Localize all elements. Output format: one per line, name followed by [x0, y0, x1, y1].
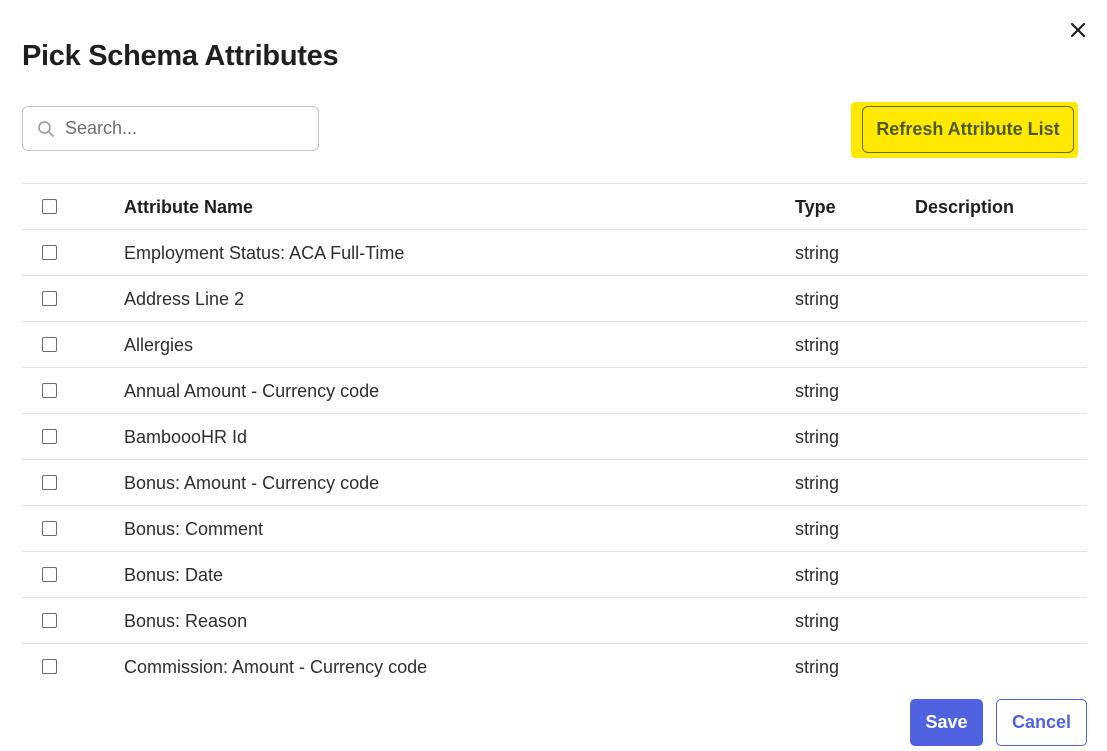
- table-row[interactable]: Bonus: Reason string: [22, 597, 1087, 643]
- dialog-title: Pick Schema Attributes: [22, 40, 339, 72]
- row-checkbox[interactable]: [42, 521, 57, 536]
- table-row[interactable]: Address Line 2 string: [22, 275, 1087, 321]
- select-all-checkbox[interactable]: [42, 199, 57, 214]
- attribute-name: Address Line 2: [124, 289, 245, 309]
- table-row[interactable]: Bonus: Amount - Currency code string: [22, 459, 1087, 505]
- attribute-type: string: [795, 289, 840, 309]
- attribute-name: BamboooHR Id: [124, 427, 248, 447]
- column-header-attribute-name[interactable]: Attribute Name: [124, 184, 253, 230]
- attribute-type: string: [795, 519, 840, 539]
- attribute-type: string: [795, 611, 840, 631]
- table-row[interactable]: Commission: Amount - Currency code strin…: [22, 643, 1087, 689]
- attribute-type: string: [795, 335, 840, 355]
- search-input[interactable]: [63, 117, 297, 140]
- search-icon: [38, 120, 54, 137]
- attribute-type: string: [795, 381, 840, 401]
- table-row[interactable]: Bonus: Date string: [22, 551, 1087, 597]
- attribute-type: string: [795, 565, 840, 585]
- attribute-type: string: [795, 427, 840, 447]
- table-row[interactable]: Annual Amount - Currency code string: [22, 367, 1087, 413]
- table-row[interactable]: BamboooHR Id string: [22, 413, 1087, 459]
- row-checkbox[interactable]: [42, 429, 57, 444]
- row-checkbox[interactable]: [42, 567, 57, 582]
- attribute-name: Bonus: Amount - Currency code: [124, 473, 380, 493]
- row-checkbox[interactable]: [42, 475, 57, 490]
- attribute-type: string: [795, 243, 840, 263]
- table-row[interactable]: Bonus: Comment string: [22, 505, 1087, 551]
- attribute-name: Bonus: Comment: [124, 519, 264, 539]
- row-checkbox[interactable]: [42, 383, 57, 398]
- column-header-type[interactable]: Type: [795, 184, 836, 230]
- column-header-description[interactable]: Description: [915, 184, 1014, 230]
- refresh-attribute-list-button[interactable]: Refresh Attribute List: [862, 106, 1074, 153]
- attribute-name: Bonus: Reason: [124, 611, 248, 631]
- attribute-name: Commission: Amount - Currency code: [124, 657, 428, 677]
- attribute-name: Bonus: Date: [124, 565, 224, 585]
- attributes-table: Attribute Name Type Description Employme…: [22, 183, 1087, 689]
- close-icon: [1070, 22, 1086, 38]
- cancel-button[interactable]: Cancel: [996, 699, 1087, 746]
- table-row[interactable]: Employment Status: ACA Full-Time string: [22, 229, 1087, 275]
- row-checkbox[interactable]: [42, 613, 57, 628]
- attribute-name: Employment Status: ACA Full-Time: [124, 243, 405, 263]
- table-header-row: Attribute Name Type Description: [22, 183, 1087, 229]
- attribute-name: Annual Amount - Currency code: [124, 381, 380, 401]
- search-box[interactable]: [22, 106, 319, 151]
- save-button[interactable]: Save: [910, 699, 983, 746]
- attribute-name: Allergies: [124, 335, 194, 355]
- row-checkbox[interactable]: [42, 337, 57, 352]
- row-checkbox[interactable]: [42, 291, 57, 306]
- row-checkbox[interactable]: [42, 659, 57, 674]
- table-row[interactable]: Allergies string: [22, 321, 1087, 367]
- row-checkbox[interactable]: [42, 245, 57, 260]
- pick-schema-attributes-dialog: Pick Schema Attributes Refresh Attribute…: [0, 0, 1107, 751]
- attribute-type: string: [795, 657, 840, 677]
- attribute-type: string: [795, 473, 840, 493]
- close-button[interactable]: [1066, 18, 1090, 42]
